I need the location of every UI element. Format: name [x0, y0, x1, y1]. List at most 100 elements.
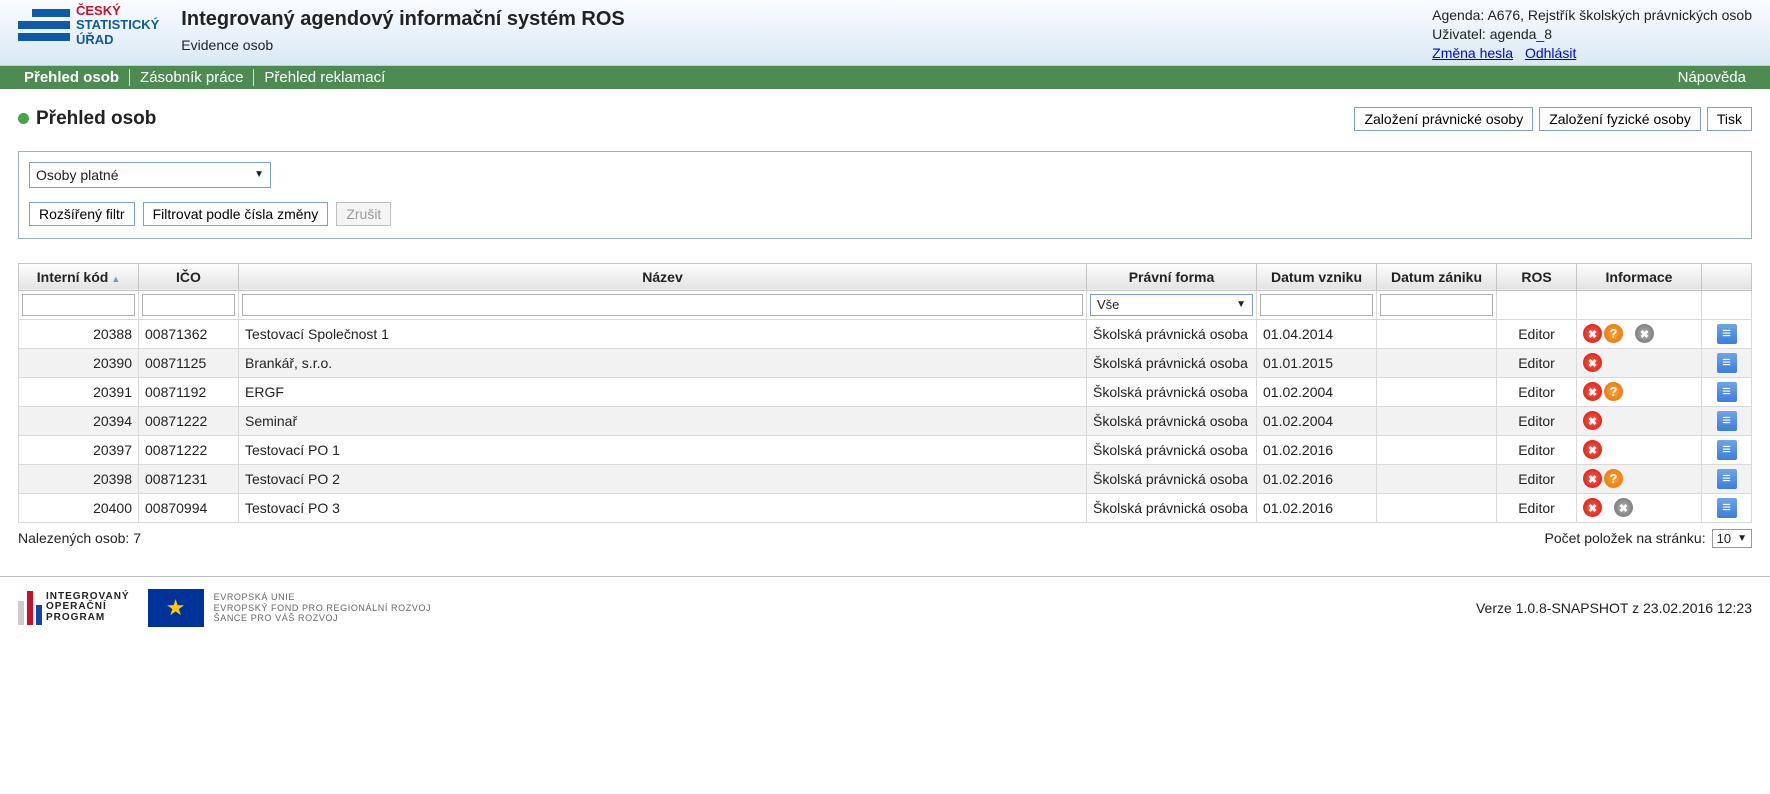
create-natural-person-button[interactable]: Založení fyzické osoby	[1539, 107, 1701, 131]
filter-ico-input[interactable]	[142, 294, 235, 316]
cell-ico: 00871125	[139, 348, 239, 377]
cell-internal-code: 20397	[19, 435, 139, 464]
cell-internal-code: 20394	[19, 406, 139, 435]
col-internal-code[interactable]: Interní kód▲	[19, 263, 139, 290]
cell-legal-form: Školská právnická osoba	[1087, 435, 1257, 464]
table-row[interactable]: 2039100871192ERGFŠkolská právnická osoba…	[19, 377, 1752, 406]
sort-asc-icon: ▲	[111, 274, 120, 284]
cell-ros: Editor	[1497, 319, 1577, 348]
filter-name-input[interactable]	[242, 294, 1083, 316]
chevron-down-icon: ▼	[254, 169, 264, 180]
print-button[interactable]: Tisk	[1707, 107, 1752, 131]
row-menu-icon[interactable]	[1717, 382, 1737, 402]
inactive-icon[interactable]	[1635, 324, 1654, 343]
divider	[0, 576, 1770, 577]
cell-info	[1577, 464, 1702, 493]
cell-date-created: 01.02.2016	[1257, 493, 1377, 522]
filter-date-created-input[interactable]	[1260, 294, 1373, 316]
cell-date-closed	[1377, 435, 1497, 464]
filter-legal-form-value: Vše	[1097, 297, 1119, 312]
per-page-select[interactable]: 10 ▼	[1712, 529, 1752, 548]
cell-date-created: 01.02.2004	[1257, 377, 1377, 406]
agenda-label: Agenda:	[1432, 7, 1484, 23]
app-subtitle: Evidence osob	[181, 37, 624, 53]
row-menu-icon[interactable]	[1717, 498, 1737, 518]
error-icon[interactable]	[1583, 411, 1602, 430]
error-icon[interactable]	[1583, 353, 1602, 372]
row-menu-icon[interactable]	[1717, 469, 1737, 489]
cell-legal-form: Školská právnická osoba	[1087, 464, 1257, 493]
cell-name: Testovací PO 2	[239, 464, 1087, 493]
table-row[interactable]: 2038800871362Testovací Společnost 1Škols…	[19, 319, 1752, 348]
nav-item-overview[interactable]: Přehled osob	[14, 69, 129, 86]
col-actions	[1702, 263, 1752, 290]
persons-table: Interní kód▲ IČO Název Právní forma Datu…	[18, 263, 1752, 523]
col-date-closed[interactable]: Datum zániku	[1377, 263, 1497, 290]
table-row[interactable]: 2040000870994Testovací PO 3Školská právn…	[19, 493, 1752, 522]
row-menu-icon[interactable]	[1717, 440, 1737, 460]
app-header: ČESKÝ STATISTICKÝ ÚŘAD Integrovaný agend…	[0, 0, 1770, 66]
table-row[interactable]: 2039800871231Testovací PO 2Školská právn…	[19, 464, 1752, 493]
cell-date-closed	[1377, 406, 1497, 435]
cell-info	[1577, 348, 1702, 377]
chevron-down-icon: ▼	[1236, 299, 1246, 310]
cell-internal-code: 20388	[19, 319, 139, 348]
nav-item-work-stack[interactable]: Zásobník práce	[129, 69, 253, 86]
user-value: agenda_8	[1490, 26, 1552, 42]
warning-icon[interactable]	[1604, 382, 1623, 401]
logo: ČESKÝ STATISTICKÝ ÚŘAD	[18, 4, 179, 47]
error-icon[interactable]	[1583, 324, 1602, 343]
filter-legal-form-select[interactable]: Vše ▼	[1090, 294, 1253, 316]
change-password-link[interactable]: Změna hesla	[1432, 45, 1513, 61]
error-icon[interactable]	[1583, 469, 1602, 488]
row-menu-icon[interactable]	[1717, 411, 1737, 431]
cell-date-created: 01.01.2015	[1257, 348, 1377, 377]
iop-logo: INTEGROVANÝ OPERAČNÍ PROGRAM	[18, 591, 130, 625]
chevron-down-icon: ▼	[1737, 533, 1747, 544]
cell-ros: Editor	[1497, 464, 1577, 493]
filter-by-change-button[interactable]: Filtrovat podle čísla změny	[143, 202, 329, 226]
col-name[interactable]: Název	[239, 263, 1087, 290]
validity-select[interactable]: Osoby platné ▼	[29, 162, 271, 188]
cell-internal-code: 20400	[19, 493, 139, 522]
table-row[interactable]: 2039000871125Brankář, s.r.o.Školská práv…	[19, 348, 1752, 377]
error-icon[interactable]	[1583, 440, 1602, 459]
error-icon[interactable]	[1583, 382, 1602, 401]
cell-date-closed	[1377, 464, 1497, 493]
cell-ros: Editor	[1497, 377, 1577, 406]
nav-item-complaints[interactable]: Přehled reklamací	[253, 69, 395, 86]
col-ico[interactable]: IČO	[139, 263, 239, 290]
col-date-created[interactable]: Datum vzniku	[1257, 263, 1377, 290]
cell-name: Testovací PO 3	[239, 493, 1087, 522]
per-page-label: Počet položek na stránku:	[1545, 530, 1706, 546]
table-row[interactable]: 2039400871222SeminařŠkolská právnická os…	[19, 406, 1752, 435]
agenda-value: A676, Rejstřík školských právnických oso…	[1487, 7, 1752, 23]
filter-internal-code-input[interactable]	[22, 294, 135, 316]
cell-ico: 00871222	[139, 406, 239, 435]
cell-date-created: 01.02.2016	[1257, 464, 1377, 493]
row-menu-icon[interactable]	[1717, 324, 1737, 344]
warning-icon[interactable]	[1604, 324, 1623, 343]
cell-name: ERGF	[239, 377, 1087, 406]
cell-info	[1577, 319, 1702, 348]
cell-date-closed	[1377, 377, 1497, 406]
extended-filter-button[interactable]: Rozšířený filtr	[29, 202, 135, 226]
row-menu-icon[interactable]	[1717, 353, 1737, 373]
col-legal-form[interactable]: Právní forma	[1087, 263, 1257, 290]
cell-info	[1577, 493, 1702, 522]
inactive-icon[interactable]	[1614, 498, 1633, 517]
table-row[interactable]: 2039700871222Testovací PO 1Školská právn…	[19, 435, 1752, 464]
create-legal-person-button[interactable]: Založení právnické osoby	[1354, 107, 1533, 131]
cell-ros: Editor	[1497, 406, 1577, 435]
filter-date-closed-input[interactable]	[1380, 294, 1493, 316]
status-dot-icon	[18, 113, 29, 124]
col-ros[interactable]: ROS	[1497, 263, 1577, 290]
col-info[interactable]: Informace	[1577, 263, 1702, 290]
eu-text: Evropská unie Evropský fond pro regionál…	[214, 592, 432, 623]
warning-icon[interactable]	[1604, 469, 1623, 488]
cell-legal-form: Školská právnická osoba	[1087, 493, 1257, 522]
logout-link[interactable]: Odhlásit	[1525, 45, 1576, 61]
nav-help[interactable]: Nápověda	[1668, 69, 1756, 86]
cell-legal-form: Školská právnická osoba	[1087, 406, 1257, 435]
error-icon[interactable]	[1583, 498, 1602, 517]
